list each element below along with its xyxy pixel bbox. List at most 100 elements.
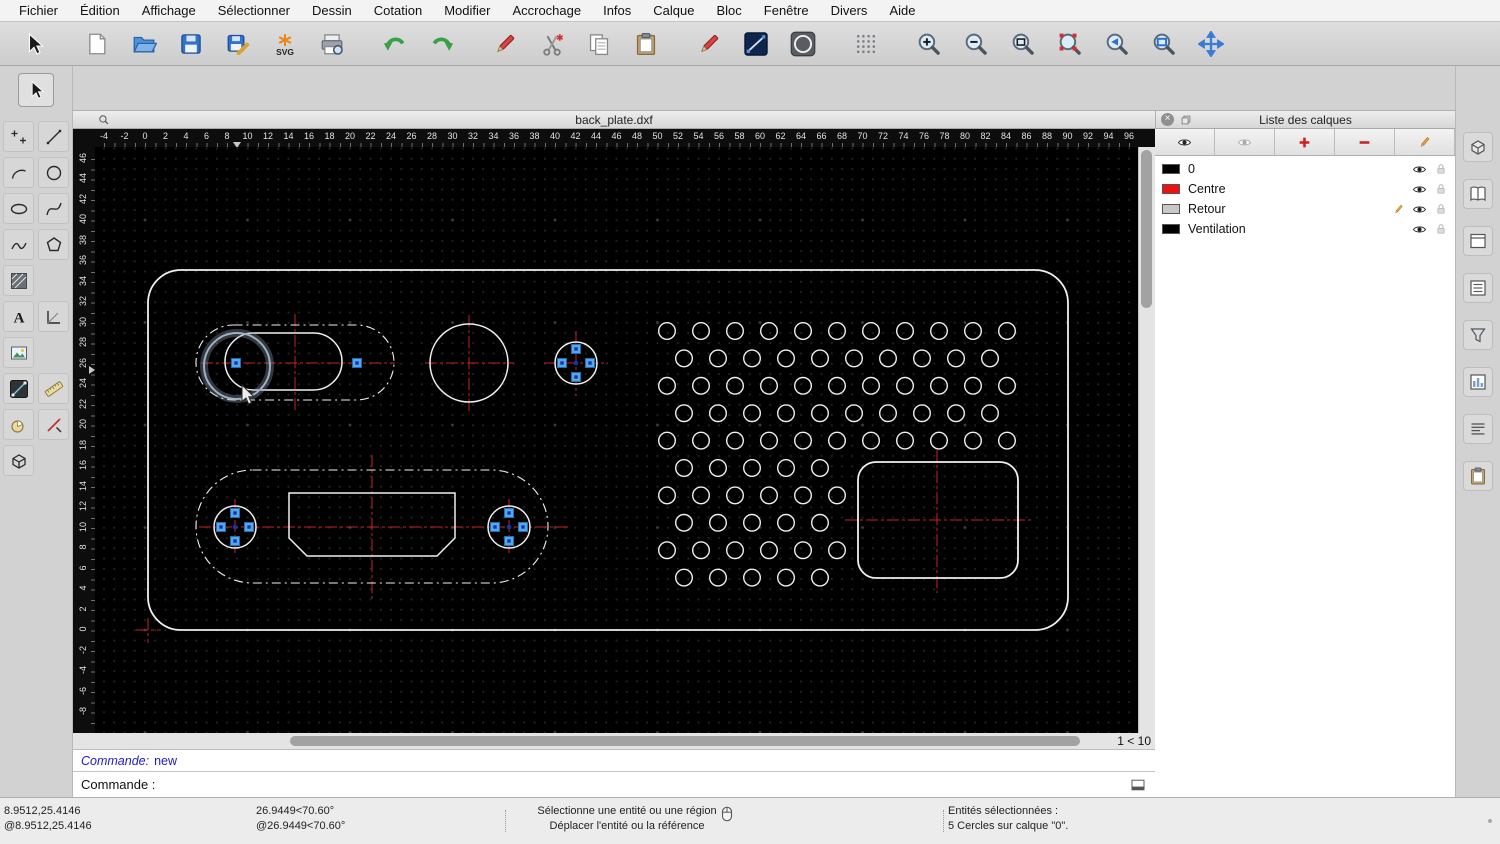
toolbar-save-edit-button[interactable] [216, 25, 260, 63]
menu-item-divers[interactable]: Divers [820, 3, 879, 18]
layer-visibility-toggle[interactable] [1409, 221, 1430, 237]
toolbar-zoom-out-button[interactable] [954, 25, 998, 63]
tool-arc-button[interactable] [3, 157, 34, 188]
menu-item-cotation[interactable]: Cotation [363, 3, 433, 18]
toolbar-open-button[interactable] [122, 25, 166, 63]
panel-toggle-list[interactable] [1463, 273, 1493, 303]
toolbar-zoom-in-button[interactable] [907, 25, 951, 63]
horizontal-scrollbar[interactable] [95, 733, 1110, 749]
toolbar-pan-button[interactable] [1189, 25, 1233, 63]
toolbar-paste-button[interactable] [624, 25, 668, 63]
layers-toolbar-minus-red-button[interactable] [1335, 129, 1395, 155]
layer-row-retour[interactable]: Retour [1155, 199, 1455, 219]
vertical-scrollbar-thumb[interactable] [1141, 150, 1152, 308]
mouse-icon [721, 806, 733, 822]
layer-visibility-toggle[interactable] [1409, 181, 1430, 197]
layer-lock-toggle[interactable] [1430, 181, 1451, 197]
tool-polygon-button[interactable] [38, 229, 69, 260]
tool-point-button[interactable] [3, 121, 34, 152]
close-panel-button[interactable]: × [1161, 113, 1174, 126]
toolbar-dim-dark-button[interactable] [734, 25, 778, 63]
panel-toggle-clipboard[interactable] [1463, 461, 1493, 491]
layers-toolbar-eye-dark-button[interactable] [1155, 129, 1215, 155]
h-ruler-number: 94 [1103, 131, 1114, 141]
console-toggle-button[interactable] [1127, 776, 1149, 794]
selection-grips[interactable] [216, 344, 595, 546]
toolbar-zoom-prev-button[interactable] [1095, 25, 1139, 63]
panel-toggle-book[interactable] [1463, 179, 1493, 209]
toolbar-new-button[interactable] [75, 25, 119, 63]
menu-item-dessin[interactable]: Dessin [301, 3, 363, 18]
toolbar-grid-button[interactable] [844, 25, 888, 63]
toolbar-circle-dark-button[interactable] [781, 25, 825, 63]
layer-row-centre[interactable]: Centre [1155, 179, 1455, 199]
tool-ruler-button[interactable] [38, 373, 69, 404]
select-tool-button[interactable] [18, 73, 54, 107]
tool-text-button[interactable]: A [3, 301, 34, 332]
menu-item-selectionner[interactable]: Sélectionner [207, 3, 301, 18]
layer-lock-toggle[interactable] [1430, 161, 1451, 177]
panel-toggle-lines[interactable] [1463, 414, 1493, 444]
toolbar-cut-button[interactable] [530, 25, 574, 63]
layer-name: 0 [1188, 162, 1195, 176]
float-panel-icon[interactable] [1180, 114, 1192, 126]
panel-toggle-cube[interactable] [1463, 132, 1493, 162]
drawing-canvas[interactable] [95, 147, 1138, 733]
h-ruler-number: 22 [365, 131, 376, 141]
tool-delete-button[interactable] [38, 409, 69, 440]
layer-lock-toggle[interactable] [1430, 221, 1451, 237]
tool-ellipse-button[interactable] [3, 193, 34, 224]
tool-circle-mod-button[interactable] [3, 409, 34, 440]
tool-spline-button[interactable] [38, 193, 69, 224]
toolbar-undo-button[interactable] [373, 25, 417, 63]
layer-lock-toggle[interactable] [1430, 201, 1451, 217]
toolbar-copy-button[interactable] [577, 25, 621, 63]
toolbar-cursor-button[interactable] [12, 25, 56, 63]
tool-freehand-button[interactable] [3, 229, 34, 260]
tool-hatch-button[interactable] [3, 265, 34, 296]
tool-box3d-button[interactable] [3, 445, 34, 476]
panel-toggle-funnel[interactable] [1463, 320, 1493, 350]
horizontal-scrollbar-thumb[interactable] [290, 736, 1080, 746]
cad-drawing[interactable] [95, 147, 1138, 733]
menu-item-bloc[interactable]: Bloc [705, 3, 752, 18]
menu-item-modifier[interactable]: Modifier [433, 3, 501, 18]
status-divider [943, 810, 944, 832]
menu-item-accrochage[interactable]: Accrochage [501, 3, 592, 18]
panel-toggle-window[interactable] [1463, 226, 1493, 256]
menu-item-affichage[interactable]: Affichage [131, 3, 207, 18]
menu-item-edition[interactable]: Édition [69, 3, 131, 18]
toolbar-zoom-window-button[interactable] [1142, 25, 1186, 63]
toolbar-zoom-select-button[interactable] [1048, 25, 1092, 63]
v-ruler-number: 14 [78, 480, 88, 491]
menu-item-aide[interactable]: Aide [878, 3, 926, 18]
toolbar-redo-button[interactable] [420, 25, 464, 63]
menu-item-infos[interactable]: Infos [592, 3, 642, 18]
toolbar-zoom-auto-button[interactable] [1001, 25, 1045, 63]
command-input[interactable] [161, 777, 1127, 792]
layer-visibility-toggle[interactable] [1409, 201, 1430, 217]
tool-image-button[interactable] [3, 337, 34, 368]
toolbar-pen-red2-button[interactable] [687, 25, 731, 63]
menu-item-fichier[interactable]: Fichier [8, 3, 69, 18]
toolbar-print-button[interactable] [310, 25, 354, 63]
menu-item-calque[interactable]: Calque [642, 3, 705, 18]
layer-row-0[interactable]: 0 [1155, 159, 1455, 179]
toolbar-pen-red-button[interactable] [483, 25, 527, 63]
panel-toggle-board[interactable] [1463, 367, 1493, 397]
toolbar-svg-button[interactable]: SVG [263, 25, 307, 63]
document-titlebar[interactable]: back_plate.dxf [73, 110, 1155, 129]
layers-panel-titlebar[interactable]: × Liste des calques [1155, 110, 1455, 129]
menu-item-fenetre[interactable]: Fenêtre [753, 3, 820, 18]
vertical-scrollbar[interactable] [1138, 147, 1155, 733]
layer-visibility-toggle[interactable] [1409, 161, 1430, 177]
tool-circle-button[interactable] [38, 157, 69, 188]
layer-row-ventilation[interactable]: Ventilation [1155, 219, 1455, 239]
toolbar-save-button[interactable] [169, 25, 213, 63]
tool-dim-button[interactable] [38, 301, 69, 332]
layers-toolbar-plus-red-button[interactable] [1275, 129, 1335, 155]
layers-toolbar-pencil-button[interactable] [1395, 129, 1455, 155]
layers-toolbar-eye-gray-button[interactable] [1215, 129, 1275, 155]
tool-line-button[interactable] [38, 121, 69, 152]
tool-measure-button[interactable] [3, 373, 34, 404]
